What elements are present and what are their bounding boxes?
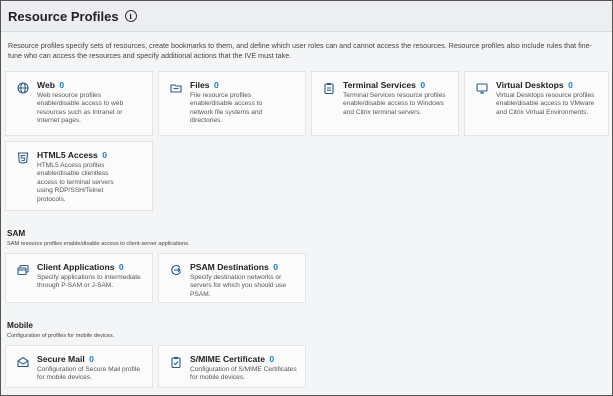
card-description: Virtual Desktops resource profiles enabl… [496,92,595,116]
card-title-text: Virtual Desktops [496,80,564,90]
card-psam-destinations[interactable]: PSAM Destinations 0 Specify destination … [158,253,306,303]
sam-section-description: SAM resource profiles enable/disable acc… [7,241,190,247]
mobile-section-title: Mobile [7,321,33,330]
card-virtual-desktops[interactable]: Virtual Desktops 0 Virtual Desktops reso… [464,71,609,136]
card-count[interactable]: 0 [273,262,278,272]
card-client-applications[interactable]: Client Applications 0 Specify applicatio… [5,253,153,303]
card-title: Client Applications 0 [37,262,124,272]
card-description: Specify applications to intermediate thr… [37,274,141,290]
card-secure-mail[interactable]: Secure Mail 0 Configuration of Secure Ma… [5,345,153,388]
card-count[interactable]: 0 [119,262,124,272]
card-terminal-services[interactable]: Terminal Services 0 Terminal Services re… [311,71,459,136]
card-description: Configuration of S/MIME Certificates for… [190,366,297,382]
card-title: PSAM Destinations 0 [190,262,278,272]
card-title-text: Web [37,80,55,90]
card-description: Web resource profiles enable/disable acc… [37,92,124,125]
card-description: Specify destination networks or servers … [190,274,287,298]
card-title: Secure Mail 0 [37,354,94,364]
card-title-text: HTML5 Access [37,150,98,160]
card-title: Web 0 [37,80,64,90]
card-count[interactable]: 0 [420,80,425,90]
card-title-text: Secure Mail [37,354,85,364]
resource-profiles-panel: Resource Profiles i Resource profiles sp… [0,0,613,396]
card-title: Files 0 [190,80,219,90]
card-smime-certificate[interactable]: S/MIME Certificate 0 Configuration of S/… [158,345,306,388]
card-title-text: Files [190,80,210,90]
card-web[interactable]: Web 0 Web resource profiles enable/disab… [5,71,153,136]
info-icon[interactable]: i [124,10,137,22]
card-html5-access[interactable]: HTML5 Access 0 HTML5 Access profiles ena… [5,141,153,211]
card-count[interactable]: 0 [102,150,107,160]
card-count[interactable]: 0 [214,80,219,90]
card-title: HTML5 Access 0 [37,150,107,160]
globe-icon [17,82,29,94]
certificate-icon [170,356,182,368]
monitor-icon [476,82,488,94]
card-count[interactable]: 0 [269,354,274,364]
mobile-section-description: Configuration of profiles for mobile dev… [7,333,115,339]
card-title: Virtual Desktops 0 [496,80,573,90]
clipboard-icon [323,82,335,94]
card-description: HTML5 Access profiles enable/disable cli… [37,162,114,203]
card-count[interactable]: 0 [89,354,94,364]
card-title-text: Terminal Services [343,80,416,90]
card-description: Configuration of Secure Mail profile for… [37,366,140,382]
card-count[interactable]: 0 [59,80,64,90]
arrow-circle-icon [170,264,182,276]
page-description: Resource profiles specify sets of resour… [8,41,593,60]
mail-icon [17,356,29,368]
page-header: Resource Profiles i [1,1,612,32]
card-title-text: S/MIME Certificate [190,354,265,364]
card-title-text: Client Applications [37,262,115,272]
card-count[interactable]: 0 [568,80,573,90]
sam-section-title: SAM [7,229,26,238]
card-files[interactable]: Files 0 File resource profiles enable/di… [158,71,306,136]
card-title-text: PSAM Destinations [190,262,269,272]
folder-icon [170,82,182,94]
card-title: Terminal Services 0 [343,80,425,90]
card-description: Terminal Services resource profiles enab… [343,92,446,116]
html5-icon [17,152,29,164]
windows-icon [17,264,29,276]
card-title: S/MIME Certificate 0 [190,354,274,364]
page-title: Resource Profiles [8,8,119,24]
card-description: File resource profiles enable/disable ac… [190,92,263,125]
